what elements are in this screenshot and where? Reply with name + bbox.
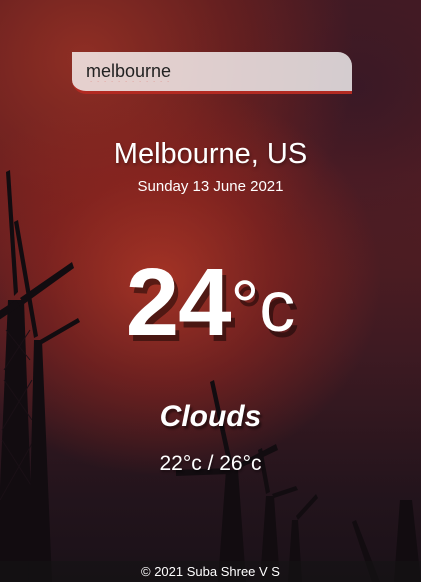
temperature-unit: °c [230, 267, 296, 347]
footer-copyright: © 2021 Suba Shree V S [0, 561, 421, 582]
weather-condition: Clouds [159, 400, 262, 433]
temperature-value: 24 [125, 249, 232, 356]
turbine-blade [272, 486, 298, 498]
search-input[interactable] [72, 52, 352, 94]
date-label: Sunday 13 June 2021 [137, 178, 284, 195]
weather-app: Melbourne, US Sunday 13 June 2021 24°c C… [0, 0, 421, 582]
temperature-display: 24°c [0, 248, 421, 358]
location-title: Melbourne, US [113, 138, 308, 170]
min-max-temperature: 22°c / 26°c [159, 452, 262, 475]
turbine-blade [296, 494, 318, 520]
